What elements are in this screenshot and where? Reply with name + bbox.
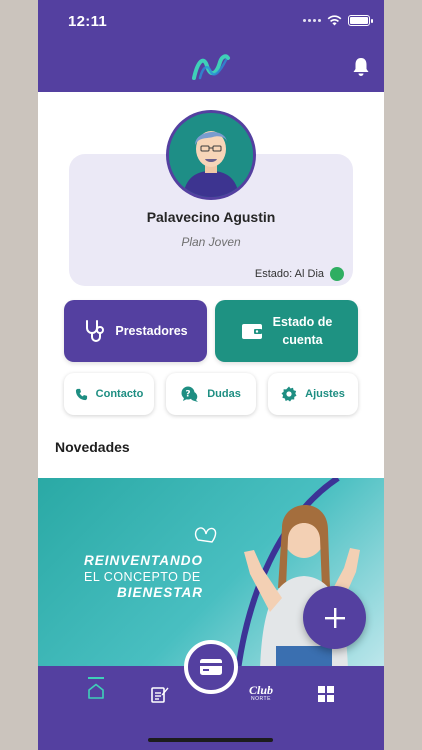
club-logo: Club NORTE <box>249 684 273 703</box>
status-bar: 12:11 <box>38 0 384 44</box>
avatar[interactable] <box>166 110 256 200</box>
status-icons <box>303 15 373 26</box>
status-indicator <box>330 267 344 281</box>
dudas-label: Dudas <box>207 388 241 400</box>
chat-question-icon: ? <box>181 386 199 402</box>
bell-icon[interactable] <box>352 57 370 77</box>
nav-club[interactable]: Club NORTE <box>246 682 276 706</box>
app-header: 12:11 <box>38 0 384 92</box>
home-indicator <box>148 738 273 742</box>
status-time: 12:11 <box>68 13 108 30</box>
estado-line1: Estado de <box>272 315 333 329</box>
banner-line3: BIENESTAR <box>117 585 204 600</box>
account-status: Estado: Al Dia <box>255 267 344 281</box>
plus-icon <box>324 607 345 628</box>
signal-icon <box>303 19 321 22</box>
estado-line2: cuenta <box>282 333 323 347</box>
ajustes-button[interactable]: Ajustes <box>268 373 358 415</box>
nav-card-button[interactable] <box>184 640 238 694</box>
user-plan: Plan Joven <box>181 235 241 249</box>
estado-cuenta-label: Estado de cuenta <box>273 313 333 349</box>
dudas-button[interactable]: ? Dudas <box>166 373 256 415</box>
wifi-icon <box>327 15 342 26</box>
banner-line1: REINVENTANDO <box>84 553 204 568</box>
home-icon <box>88 683 104 699</box>
stethoscope-icon <box>86 320 105 342</box>
app-screen: 12:11 Palavecino Agustin Plan Joven Esta… <box>38 0 384 750</box>
novedades-title: Novedades <box>55 439 130 455</box>
nav-menu[interactable] <box>314 682 338 706</box>
banner-slogan: REINVENTANDO EL CONCEPTO DE BIENESTAR <box>84 553 203 600</box>
avatar-illustration <box>169 113 253 197</box>
prestadores-button[interactable]: Prestadores <box>64 300 207 362</box>
banner-line2: EL CONCEPTO DE <box>84 570 201 584</box>
ajustes-label: Ajustes <box>305 388 345 400</box>
phone-icon <box>75 388 87 400</box>
contacto-button[interactable]: Contacto <box>64 373 154 415</box>
battery-icon <box>348 15 373 26</box>
app-logo-icon <box>192 54 230 80</box>
gear-icon <box>281 386 297 402</box>
credit-card-icon <box>200 659 222 675</box>
prestadores-label: Prestadores <box>115 324 188 338</box>
active-indicator <box>88 677 104 679</box>
account-status-label: Estado: Al Dia <box>254 268 324 280</box>
svg-text:?: ? <box>186 390 191 400</box>
wallet-icon <box>241 324 262 339</box>
grid-icon <box>318 686 334 702</box>
contacto-label: Contacto <box>95 388 144 400</box>
edit-document-icon <box>151 687 169 703</box>
estado-cuenta-button[interactable]: Estado de cuenta <box>215 300 358 362</box>
nav-home[interactable] <box>82 676 110 700</box>
user-name: Palavecino Agustin <box>146 209 276 225</box>
add-fab-button[interactable] <box>303 586 366 649</box>
nav-forms[interactable] <box>148 682 172 706</box>
club-line2: NORTE <box>251 695 271 702</box>
